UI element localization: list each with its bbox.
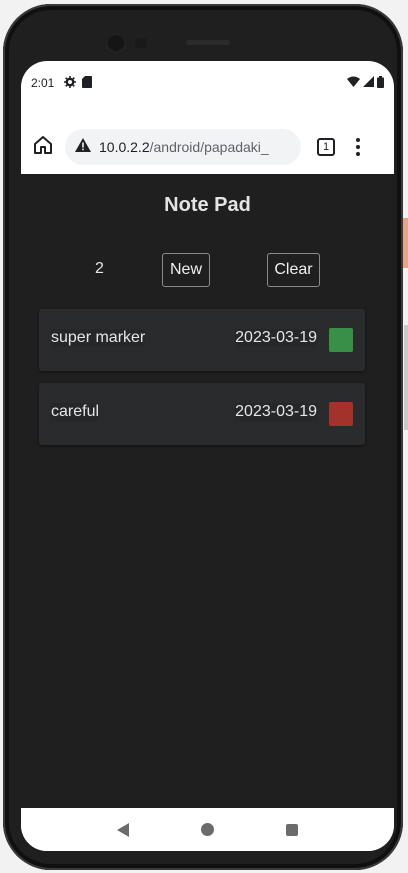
sim-card-icon (82, 75, 93, 91)
browser-toolbar: 10.0.2.2/android/papadaki_ 1 (21, 125, 394, 169)
back-icon[interactable] (117, 822, 129, 837)
note-date: 2023-03-19 (235, 329, 317, 347)
emulator-stage: 2:01 10.0.2.2/android/papadaki_ 1 Note P… (0, 0, 408, 873)
settings-icon (64, 75, 77, 91)
note-list: super marker 2023-03-19 careful 2023-03-… (39, 309, 365, 457)
home-button[interactable] (29, 133, 57, 161)
home-circle-icon[interactable] (201, 823, 214, 836)
tab-count: 1 (322, 141, 330, 153)
note-item[interactable]: careful 2023-03-19 (39, 383, 365, 445)
url-path: /android/papadaki_ (149, 139, 269, 155)
camera-icon (108, 35, 124, 51)
note-color-swatch[interactable] (329, 328, 353, 352)
new-note-button[interactable]: New (162, 253, 210, 287)
url-text: 10.0.2.2/android/papadaki_ (99, 139, 269, 155)
note-date: 2023-03-19 (235, 403, 317, 421)
wifi-icon (347, 76, 360, 90)
more-vert-icon[interactable] (355, 138, 361, 156)
status-bar: 2:01 (21, 61, 394, 105)
status-time: 2:01 (31, 76, 55, 90)
background-edge (404, 325, 408, 430)
notepad-app: Note Pad 2 New Clear super marker 2023-0… (21, 174, 394, 808)
phone-frame: 2:01 10.0.2.2/android/papadaki_ 1 Note P… (3, 4, 403, 870)
system-nav-bar (21, 808, 394, 851)
recents-icon[interactable] (286, 823, 298, 836)
tab-switcher-icon[interactable]: 1 (317, 138, 335, 156)
note-count: 2 (95, 260, 104, 277)
cell-signal-icon (363, 76, 374, 90)
home-icon (33, 135, 53, 160)
clear-button[interactable]: Clear (267, 253, 320, 287)
speaker-grille (186, 40, 230, 45)
note-color-swatch[interactable] (329, 402, 353, 426)
note-item[interactable]: super marker 2023-03-19 (39, 309, 365, 371)
sensor-icon (135, 38, 147, 48)
battery-icon (377, 75, 384, 91)
note-text: careful (51, 403, 100, 421)
address-bar[interactable]: 10.0.2.2/android/papadaki_ (65, 129, 301, 165)
url-host: 10.0.2.2 (99, 139, 150, 155)
page-title: Note Pad (164, 194, 251, 216)
note-text: super marker (51, 329, 146, 347)
warning-icon (75, 137, 91, 157)
device-screen: 2:01 10.0.2.2/android/papadaki_ 1 Note P… (21, 61, 394, 851)
